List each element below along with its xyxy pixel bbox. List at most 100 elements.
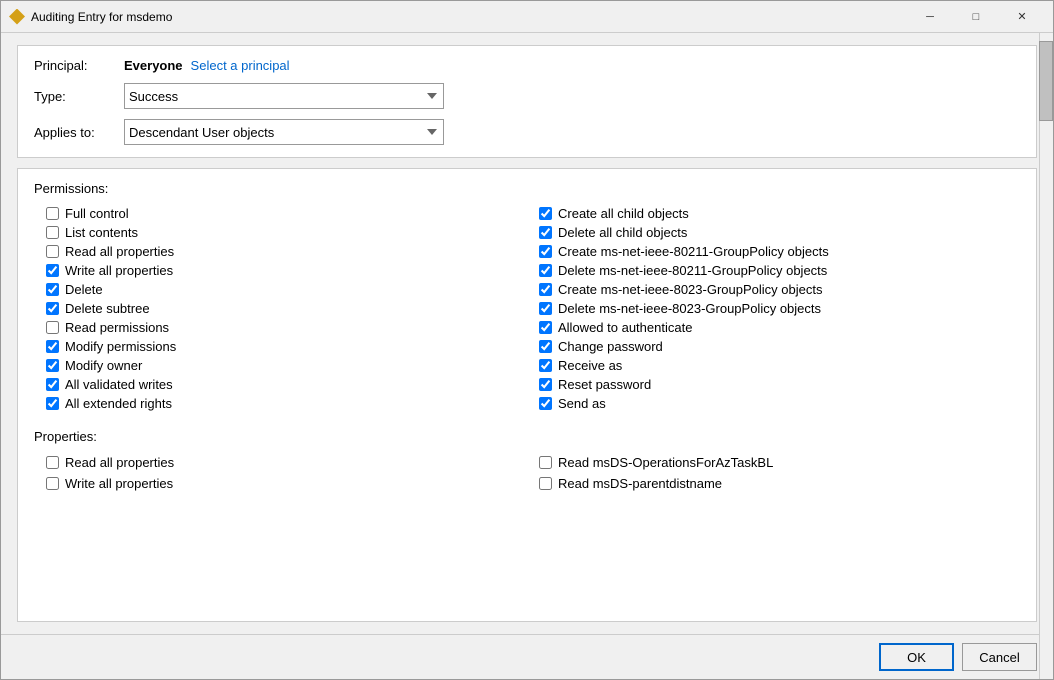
perm-write-all-properties: Write all properties	[34, 261, 527, 280]
minimize-button[interactable]: ─	[907, 1, 953, 33]
properties-right-col: Read msDS-OperationsForAzTaskBL Read msD…	[527, 452, 1020, 494]
perm-create-ms-8023-label[interactable]: Create ms-net-ieee-8023-GroupPolicy obje…	[558, 282, 822, 297]
perm-receive-as-checkbox[interactable]	[539, 359, 552, 372]
perm-delete-all-child-label[interactable]: Delete all child objects	[558, 225, 687, 240]
perm-change-password-label[interactable]: Change password	[558, 339, 663, 354]
perm-list-contents-label[interactable]: List contents	[65, 225, 138, 240]
titlebar: Auditing Entry for msdemo ─ □ ✕	[1, 1, 1053, 33]
perm-modify-owner-label[interactable]: Modify owner	[65, 358, 142, 373]
perm-full-control-checkbox[interactable]	[46, 207, 59, 220]
perm-create-all-child: Create all child objects	[527, 204, 1020, 223]
perm-delete-ms-8021-checkbox[interactable]	[539, 264, 552, 277]
perm-reset-password-checkbox[interactable]	[539, 378, 552, 391]
perm-delete-ms-8021-label[interactable]: Delete ms-net-ieee-80211-GroupPolicy obj…	[558, 263, 827, 278]
prop-read-msds-parent-checkbox[interactable]	[539, 477, 552, 490]
perm-allowed-authenticate: Allowed to authenticate	[527, 318, 1020, 337]
main-window: Auditing Entry for msdemo ─ □ ✕ Principa…	[0, 0, 1054, 680]
permissions-grid: Full control List contents Read all prop…	[34, 204, 1020, 413]
perm-read-permissions: Read permissions	[34, 318, 527, 337]
perm-all-extended-rights-checkbox[interactable]	[46, 397, 59, 410]
window-icon	[9, 9, 25, 25]
prop-read-msds-parent: Read msDS-parentdistname	[527, 473, 1020, 494]
perm-delete-ms-8023-checkbox[interactable]	[539, 302, 552, 315]
perm-create-ms-8021-label[interactable]: Create ms-net-ieee-80211-GroupPolicy obj…	[558, 244, 829, 259]
perm-modify-permissions-label[interactable]: Modify permissions	[65, 339, 176, 354]
principal-label: Principal:	[34, 58, 124, 73]
perm-modify-owner-checkbox[interactable]	[46, 359, 59, 372]
perm-full-control: Full control	[34, 204, 527, 223]
perm-delete-checkbox[interactable]	[46, 283, 59, 296]
perm-read-all-properties: Read all properties	[34, 242, 527, 261]
permissions-title: Permissions:	[34, 181, 1020, 196]
prop-write-all-checkbox[interactable]	[46, 477, 59, 490]
perm-reset-password-label[interactable]: Reset password	[558, 377, 651, 392]
perm-read-all-props-label[interactable]: Read all properties	[65, 244, 174, 259]
cancel-button[interactable]: Cancel	[962, 643, 1037, 671]
perm-send-as-checkbox[interactable]	[539, 397, 552, 410]
window-controls: ─ □ ✕	[907, 1, 1045, 33]
prop-read-msds-parent-label[interactable]: Read msDS-parentdistname	[558, 476, 722, 491]
properties-grid: Read all properties Write all properties…	[34, 452, 1020, 494]
dialog-content: Principal: Everyone Select a principal T…	[1, 33, 1053, 634]
prop-read-msds-ops-checkbox[interactable]	[539, 456, 552, 469]
perm-receive-as-label[interactable]: Receive as	[558, 358, 622, 373]
prop-read-msds-ops-label[interactable]: Read msDS-OperationsForAzTaskBL	[558, 455, 773, 470]
perm-read-permissions-label[interactable]: Read permissions	[65, 320, 169, 335]
type-row: Type: Success Fail All	[34, 83, 1020, 109]
scrollbar-track[interactable]	[1039, 33, 1053, 679]
perm-all-validated-writes: All validated writes	[34, 375, 527, 394]
prop-read-all-label[interactable]: Read all properties	[65, 455, 174, 470]
applies-to-label: Applies to:	[34, 125, 124, 140]
perm-write-all-props-checkbox[interactable]	[46, 264, 59, 277]
perm-send-as: Send as	[527, 394, 1020, 413]
header-section: Principal: Everyone Select a principal T…	[17, 45, 1037, 158]
perm-all-validated-writes-checkbox[interactable]	[46, 378, 59, 391]
perm-modify-owner: Modify owner	[34, 356, 527, 375]
perm-all-extended-rights-label[interactable]: All extended rights	[65, 396, 172, 411]
perm-change-password: Change password	[527, 337, 1020, 356]
scrollbar-thumb[interactable]	[1039, 41, 1053, 121]
close-button[interactable]: ✕	[999, 1, 1045, 33]
applies-to-select[interactable]: Descendant User objects This object only…	[124, 119, 444, 145]
perm-full-control-label[interactable]: Full control	[65, 206, 129, 221]
select-principal-link[interactable]: Select a principal	[191, 58, 290, 73]
perm-delete-subtree-checkbox[interactable]	[46, 302, 59, 315]
perm-create-all-child-label[interactable]: Create all child objects	[558, 206, 689, 221]
perm-modify-permissions-checkbox[interactable]	[46, 340, 59, 353]
perm-modify-permissions: Modify permissions	[34, 337, 527, 356]
perm-read-all-props-checkbox[interactable]	[46, 245, 59, 258]
maximize-button[interactable]: □	[953, 1, 999, 33]
perm-delete-ms-8023-label[interactable]: Delete ms-net-ieee-8023-GroupPolicy obje…	[558, 301, 821, 316]
principal-row: Principal: Everyone Select a principal	[34, 58, 1020, 73]
perm-create-all-child-checkbox[interactable]	[539, 207, 552, 220]
applies-to-row: Applies to: Descendant User objects This…	[34, 119, 1020, 145]
perm-read-permissions-checkbox[interactable]	[46, 321, 59, 334]
perm-list-contents: List contents	[34, 223, 527, 242]
ok-button[interactable]: OK	[879, 643, 954, 671]
perm-list-contents-checkbox[interactable]	[46, 226, 59, 239]
prop-read-all-checkbox[interactable]	[46, 456, 59, 469]
window-title: Auditing Entry for msdemo	[31, 10, 907, 24]
prop-write-all-label[interactable]: Write all properties	[65, 476, 173, 491]
perm-delete-ms-8021: Delete ms-net-ieee-80211-GroupPolicy obj…	[527, 261, 1020, 280]
perm-delete-all-child: Delete all child objects	[527, 223, 1020, 242]
perm-delete-all-child-checkbox[interactable]	[539, 226, 552, 239]
principal-value: Everyone	[124, 58, 183, 73]
type-select[interactable]: Success Fail All	[124, 83, 444, 109]
perm-delete-subtree-label[interactable]: Delete subtree	[65, 301, 150, 316]
prop-read-msds-ops: Read msDS-OperationsForAzTaskBL	[527, 452, 1020, 473]
prop-read-all: Read all properties	[34, 452, 527, 473]
properties-left-col: Read all properties Write all properties	[34, 452, 527, 494]
perm-all-extended-rights: All extended rights	[34, 394, 527, 413]
perm-create-ms-8021-checkbox[interactable]	[539, 245, 552, 258]
perm-allowed-auth-label[interactable]: Allowed to authenticate	[558, 320, 692, 335]
perm-all-validated-writes-label[interactable]: All validated writes	[65, 377, 173, 392]
perm-delete: Delete	[34, 280, 527, 299]
perm-write-all-props-label[interactable]: Write all properties	[65, 263, 173, 278]
perm-allowed-auth-checkbox[interactable]	[539, 321, 552, 334]
perm-send-as-label[interactable]: Send as	[558, 396, 606, 411]
perm-delete-ms-8023: Delete ms-net-ieee-8023-GroupPolicy obje…	[527, 299, 1020, 318]
perm-create-ms-8023-checkbox[interactable]	[539, 283, 552, 296]
perm-change-password-checkbox[interactable]	[539, 340, 552, 353]
perm-delete-label[interactable]: Delete	[65, 282, 103, 297]
